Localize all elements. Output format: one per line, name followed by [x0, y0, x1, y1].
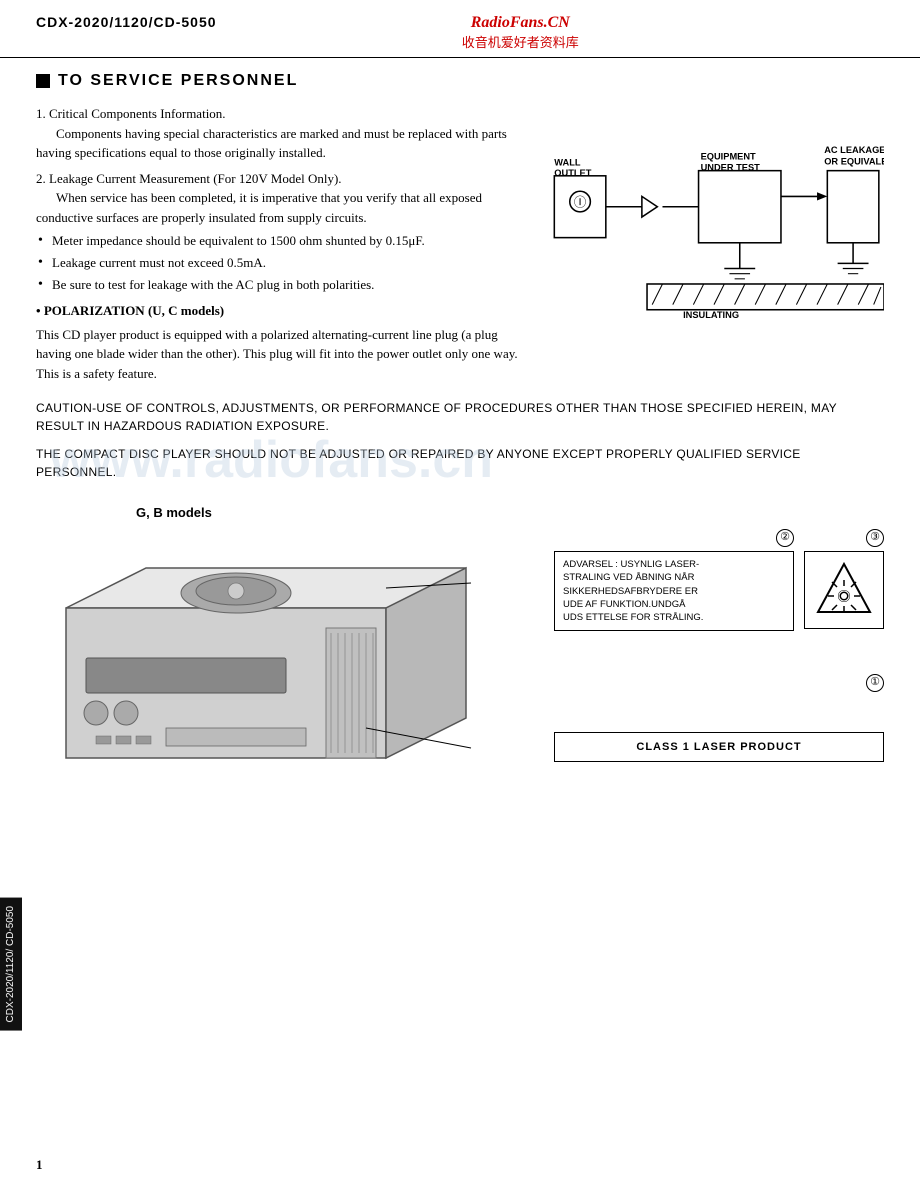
side-label: CDX-2020/1120/ CD-5050: [0, 898, 22, 1031]
callout1-num: ①: [866, 674, 884, 692]
bullet2: Leakage current must not exceed 0.5mA.: [36, 255, 528, 271]
svg-text:EQUIPMENT: EQUIPMENT: [701, 151, 756, 161]
laser-warning-text: ADVARSEL : USYNLIG LASER- STRALING VED Å…: [563, 558, 785, 624]
warning-triangle-box: [804, 551, 884, 629]
class1-box: CLASS 1 LASER PRODUCT: [554, 732, 884, 762]
item2-title: Leakage Current Measurement (For 120V Mo…: [49, 171, 342, 186]
device-area: ② ADVARSEL : USYNLIG LASER- STRALING VED…: [36, 528, 884, 842]
header: CDX-2020/1120/CD-5050 RadioFans.CN 收音机爱好…: [0, 0, 920, 58]
svg-text:WALL: WALL: [554, 158, 581, 168]
section-title-text: TO SERVICE PERSONNEL: [58, 72, 298, 90]
main-content: TO SERVICE PERSONNEL 1. Critical Compone…: [0, 58, 920, 856]
warning-triangle-svg: [814, 560, 874, 620]
svg-text:INSULATING: INSULATING: [683, 310, 739, 320]
diagram-column: Ⓘ: [544, 104, 884, 389]
item2-body: When service has been completed, it is i…: [36, 190, 482, 225]
caution1-text: CAUTION-USE OF CONTROLS, ADJUSTMENTS, OR…: [36, 399, 884, 435]
item1: 1. Critical Components Information. Comp…: [36, 104, 528, 163]
polarization-body: This CD player product is equipped with …: [36, 325, 528, 384]
callout2-box: ADVARSEL : USYNLIG LASER- STRALING VED Å…: [554, 551, 794, 631]
site-chinese: 收音机爱好者资料库: [462, 32, 579, 51]
item2-num: 2.: [36, 171, 46, 186]
svg-text:OUTLET: OUTLET: [554, 168, 591, 178]
callout2-container: ② ADVARSEL : USYNLIG LASER- STRALING VED…: [554, 528, 794, 643]
text-column: 1. Critical Components Information. Comp…: [36, 104, 544, 389]
bullet1: Meter impedance should be equivalent to …: [36, 233, 528, 249]
bullet-list: Meter impedance should be equivalent to …: [36, 233, 528, 293]
svg-text:Ⓘ: Ⓘ: [574, 196, 586, 210]
device-svg: [36, 528, 496, 838]
page-number: 1: [36, 1157, 43, 1173]
item1-title: Critical Components Information.: [49, 106, 226, 121]
title-square-icon: [36, 74, 50, 88]
callout1-container: ① CLASS 1 LASER PRODUCT: [554, 673, 884, 762]
site-name: RadioFans.CN: [462, 14, 579, 32]
top-section: 1. Critical Components Information. Comp…: [36, 104, 884, 389]
circuit-diagram: Ⓘ: [544, 114, 884, 320]
header-site: RadioFans.CN 收音机爱好者资料库: [462, 14, 579, 51]
models-label: G, B models: [136, 505, 884, 520]
header-model: CDX-2020/1120/CD-5050: [36, 14, 217, 30]
callout2-num: ②: [776, 529, 794, 547]
polarization-title: POLARIZATION (U, C models): [36, 301, 528, 321]
svg-text:AC LEAKAGE TESTER: AC LEAKAGE TESTER: [824, 145, 884, 155]
caution2: THE COMPACT DISC PLAYER SHOULD NOT BE AD…: [36, 445, 884, 481]
item1-body: Components having special characteristic…: [36, 126, 507, 161]
section-title: TO SERVICE PERSONNEL: [36, 72, 884, 90]
item1-num: 1.: [36, 106, 46, 121]
item2: 2. Leakage Current Measurement (For 120V…: [36, 169, 528, 228]
caution2-text: THE COMPACT DISC PLAYER SHOULD NOT BE AD…: [36, 445, 884, 481]
bullet3: Be sure to test for leakage with the AC …: [36, 277, 528, 293]
callout3-container: ③: [804, 528, 884, 629]
svg-text:OR EQUIVALENT: OR EQUIVALENT: [824, 156, 884, 166]
caution1: CAUTION-USE OF CONTROLS, ADJUSTMENTS, OR…: [36, 399, 884, 435]
callout-labels: ② ADVARSEL : USYNLIG LASER- STRALING VED…: [544, 528, 884, 762]
callout3-num: ③: [866, 529, 884, 547]
bottom-section: G, B models: [36, 505, 884, 842]
svg-text:UNDER TEST: UNDER TEST: [701, 163, 761, 173]
device-illustration: [36, 528, 544, 842]
